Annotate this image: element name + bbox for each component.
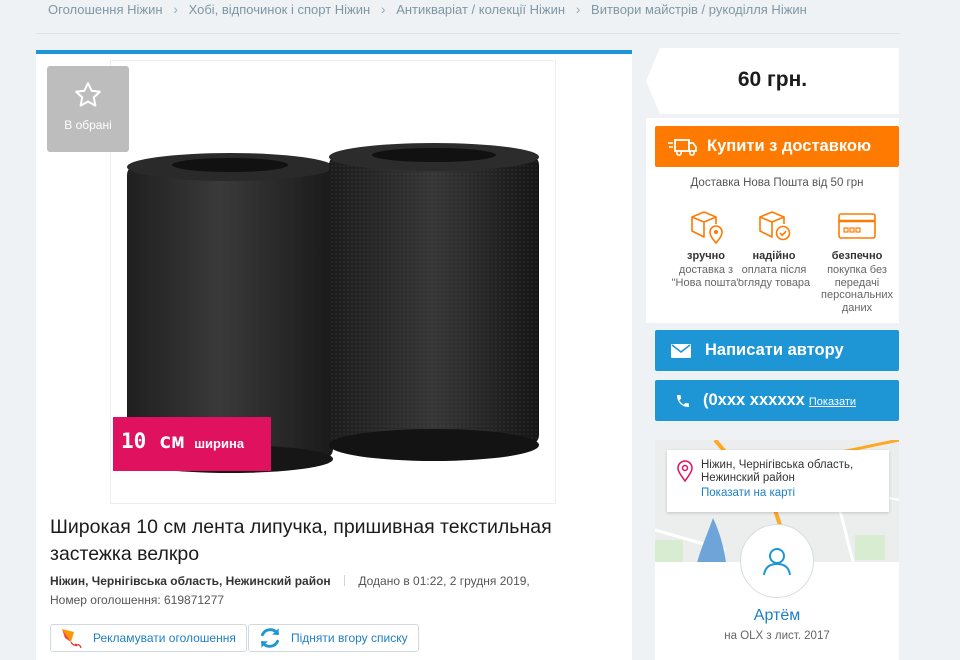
envelope-icon bbox=[671, 343, 691, 358]
delivery-note: Доставка Нова Пошта від 50 грн bbox=[690, 177, 864, 189]
raise-label: Підняти вгору списку bbox=[291, 631, 408, 645]
address-card: Ніжин, Чернігівська область, Нежинский р… bbox=[667, 450, 889, 512]
photo-badge: 10 см ширина bbox=[121, 429, 244, 459]
favorite-label: В обрані bbox=[64, 118, 112, 132]
listing-card: 10 см ширина В обрані Широкая 10 см лент… bbox=[36, 50, 632, 660]
chevron-right-icon: › bbox=[173, 1, 178, 17]
breadcrumb-item[interactable]: Антикваріат / колекції Ніжин bbox=[396, 2, 565, 17]
listing-added-date: Додано в 01:22, 2 грудня 2019, bbox=[358, 574, 530, 588]
feature-title: безпечно bbox=[831, 250, 883, 262]
listing-ad-number: Номер оголошення: 619871277 bbox=[50, 593, 225, 607]
star-icon bbox=[75, 82, 101, 107]
breadcrumb-item[interactable]: Хобі, відпочинок і спорт Ніжин bbox=[189, 2, 371, 17]
kite-icon bbox=[59, 626, 85, 650]
box-check-icon bbox=[732, 206, 816, 246]
show-on-map-link[interactable]: Показати на карті bbox=[701, 487, 795, 499]
listing-title: Широкая 10 см лента липучка, пришивная т… bbox=[50, 516, 552, 565]
raise-button[interactable]: Підняти вгору списку bbox=[248, 624, 419, 652]
price: 60 грн. bbox=[737, 68, 808, 91]
author-name[interactable]: Артём bbox=[655, 607, 899, 625]
price-notch bbox=[646, 48, 660, 114]
avatar[interactable] bbox=[740, 524, 814, 598]
chevron-right-icon: › bbox=[575, 1, 581, 17]
address-text: Ніжин, Чернігівська область, Нежинский р… bbox=[701, 459, 854, 484]
badge-word-text: ширина bbox=[194, 436, 245, 451]
listing-meta: Ніжин, Чернігівська область, Нежинский р… bbox=[50, 574, 530, 588]
breadcrumb-item[interactable]: Оголошення Ніжин bbox=[48, 2, 163, 17]
user-icon bbox=[763, 548, 791, 576]
breadcrumb-item[interactable]: Витвори майстрів / рукоділля Ніжин bbox=[591, 2, 807, 17]
refresh-icon bbox=[257, 625, 283, 651]
meta-divider bbox=[344, 575, 346, 586]
phone-icon bbox=[675, 392, 691, 410]
favorite-button[interactable]: В обрані bbox=[47, 66, 129, 152]
author-since: на OLX з лист. 2017 bbox=[724, 630, 830, 642]
chevron-right-icon: › bbox=[380, 1, 386, 17]
feature-secure: безпечно покупка без передачі персональн… bbox=[815, 206, 899, 314]
badge-size-text: 10 см bbox=[121, 429, 185, 453]
feature-desc: покупка без передачі персональних даних bbox=[821, 264, 893, 314]
buy-button-label: Купити з доставкою bbox=[707, 137, 872, 155]
message-button-label: Написати автору bbox=[705, 341, 844, 359]
show-phone-link[interactable]: Показати bbox=[809, 396, 856, 408]
promote-button[interactable]: Рекламувати оголошення bbox=[50, 624, 247, 652]
location-pin-icon bbox=[677, 460, 693, 487]
card-icon bbox=[815, 206, 899, 246]
truck-icon bbox=[667, 137, 697, 157]
buy-with-delivery-button[interactable]: Купити з доставкою bbox=[655, 126, 899, 167]
phone-number: (0xxx xxxxxx bbox=[703, 391, 805, 409]
product-photo[interactable]: 10 см ширина bbox=[110, 60, 556, 504]
breadcrumb-divider bbox=[36, 33, 900, 34]
listing-location[interactable]: Ніжин, Чернігівська область, Нежинский р… bbox=[50, 574, 331, 588]
feature-title: надійно bbox=[752, 250, 796, 262]
promote-label: Рекламувати оголошення bbox=[93, 631, 236, 645]
message-author-button[interactable]: Написати автору bbox=[655, 330, 899, 371]
price-box: 60 грн. bbox=[646, 48, 899, 114]
feature-reliable: надійно оплата після огляду товара bbox=[732, 206, 816, 289]
phone-button[interactable]: (0xxx xxxxxx Показати bbox=[655, 380, 899, 421]
breadcrumb: Оголошення Ніжин › Хобі, відпочинок і сп… bbox=[48, 0, 807, 18]
feature-desc: оплата після огляду товара bbox=[737, 264, 811, 289]
